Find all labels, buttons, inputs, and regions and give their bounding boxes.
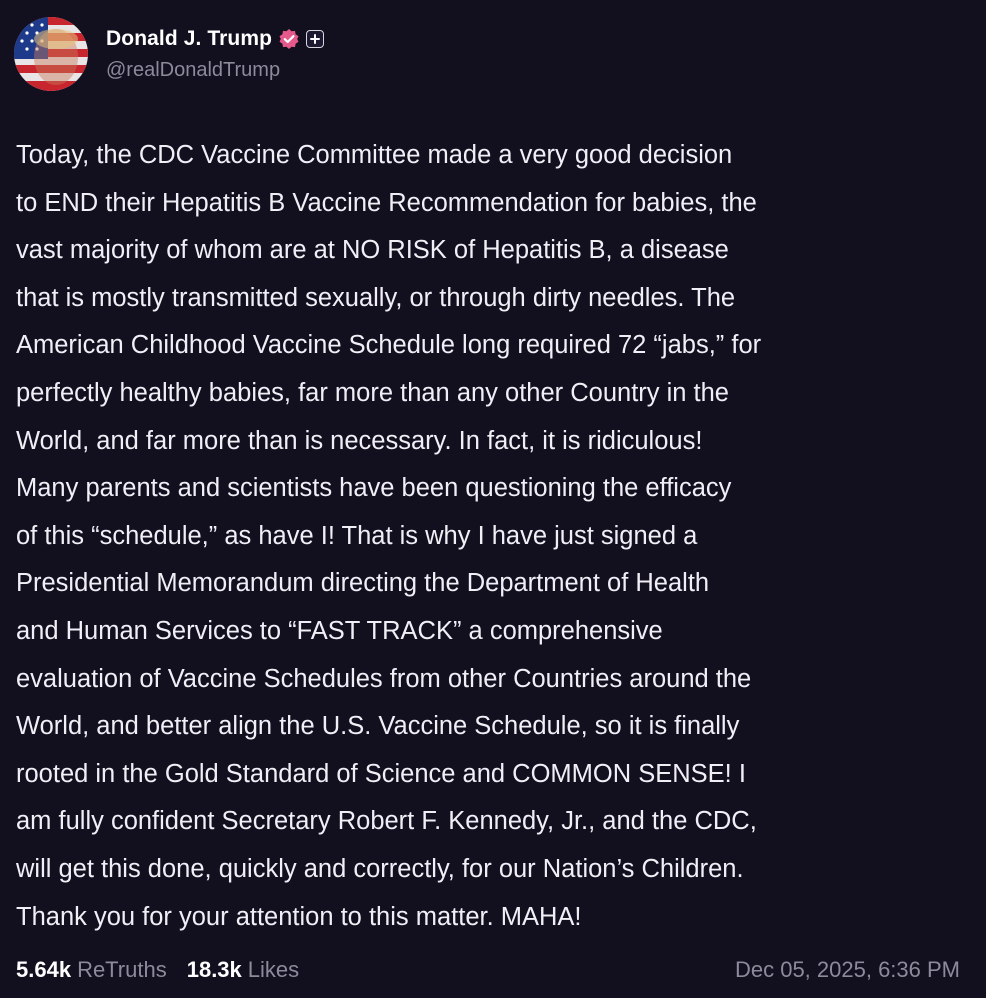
post-text-line: World, and far more than is necessary. I… (16, 426, 703, 455)
author-identity: Donald J. Trump @realDonaldTrump (106, 27, 325, 82)
post-text-line: rooted in the Gold Standard of Science a… (16, 759, 746, 788)
retruths-stat[interactable]: 5.64k ReTruths (16, 957, 167, 983)
post-text-line: World, and better align the U.S. Vaccine… (16, 712, 740, 741)
retruths-count: 5.64k (16, 957, 72, 982)
name-row: Donald J. Trump (106, 21, 325, 57)
likes-count: 18.3k (186, 957, 242, 982)
likes-stat[interactable]: 18.3k Likes (187, 957, 299, 983)
post-header: Donald J. Trump @realDonaldTrump (14, 14, 325, 94)
avatar-flag-portrait-icon (14, 17, 88, 91)
post-text-line: American Childhood Vaccine Schedule long… (16, 331, 762, 360)
post-text-line: Presidential Memorandum directing the De… (16, 569, 710, 598)
truth-post: Donald J. Trump @realDonaldTrump Today, … (0, 0, 986, 998)
post-text-line: Thank you for your attention to this mat… (16, 902, 582, 931)
post-text-line: vast majority of whom are at NO RISK of … (16, 236, 729, 265)
post-footer: 5.64k ReTruths 18.3k Likes Dec 05, 2025, 6… (16, 952, 960, 988)
author-display-name[interactable]: Donald J. Trump (106, 27, 272, 51)
post-text-line: perfectly healthy babies, far more than … (16, 378, 729, 407)
post-text-line: evaluation of Vaccine Schedules from oth… (16, 664, 752, 693)
post-text-line: and Human Services to “FAST TRACK” a com… (16, 616, 663, 645)
author-handle[interactable]: @realDonaldTrump (106, 59, 324, 82)
post-timestamp[interactable]: Dec 05, 2025, 6:36 PM (735, 957, 960, 983)
verified-badge-icon (278, 28, 300, 50)
post-text-line: that is mostly transmitted sexually, or … (16, 283, 736, 312)
post-text-line: Many parents and scientists have been qu… (16, 474, 732, 503)
avatar[interactable] (14, 17, 88, 91)
post-text-line: will get this done, quickly and correctl… (16, 854, 744, 883)
post-text-line: Today, the CDC Vaccine Committee made a … (16, 141, 733, 169)
plus-box-icon (306, 29, 325, 48)
post-text-line: to END their Hepatitis B Vaccine Recomme… (16, 188, 757, 217)
engagement-stats: 5.64k ReTruths 18.3k Likes (16, 957, 299, 983)
post-text-line: am fully confident Secretary Robert F. K… (16, 807, 757, 836)
post-text-line: of this “schedule,” as have I! That is w… (16, 521, 698, 550)
post-body: Today, the CDC Vaccine Committee made a … (16, 132, 974, 941)
likes-label: Likes (247, 957, 300, 982)
retruths-label: ReTruths (77, 957, 167, 982)
